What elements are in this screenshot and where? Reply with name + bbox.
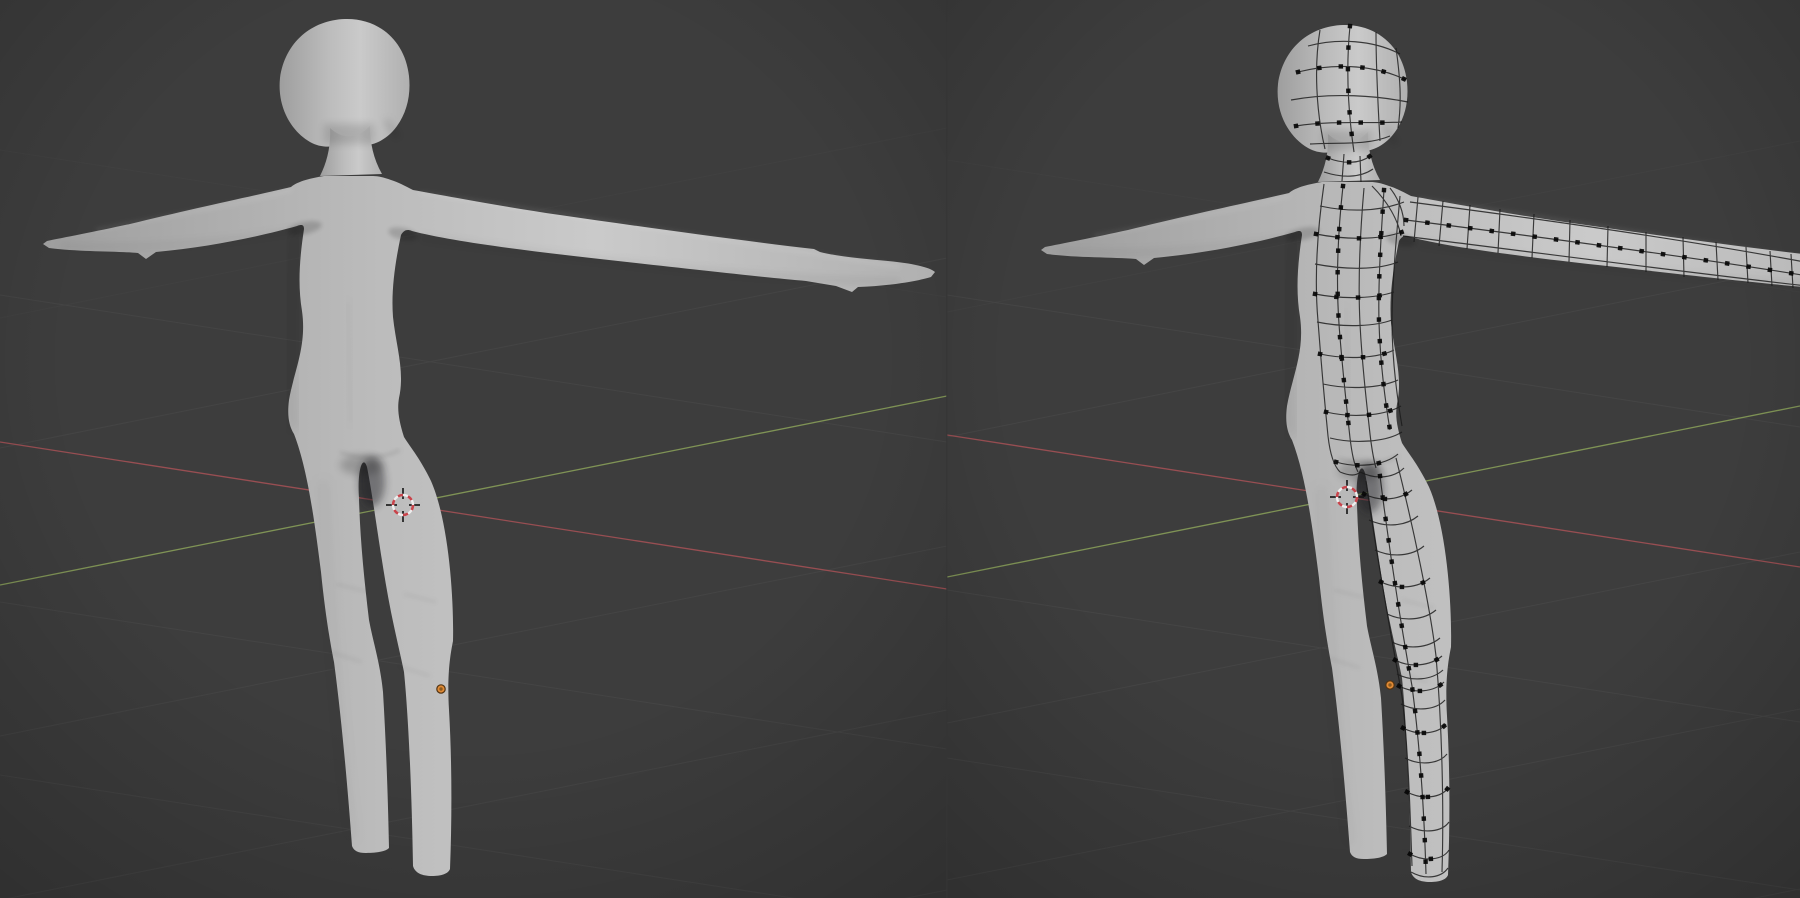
screenshot-stage [0, 0, 1800, 898]
left-origin-dot [437, 685, 445, 693]
right-viewport[interactable] [947, 0, 1800, 898]
right-origin-dot [1386, 681, 1394, 689]
left-viewport[interactable] [0, 0, 947, 898]
3d-viewport-canvas[interactable] [0, 0, 1800, 898]
left-vignette [0, 0, 947, 898]
viewport-seam [946, 0, 948, 898]
